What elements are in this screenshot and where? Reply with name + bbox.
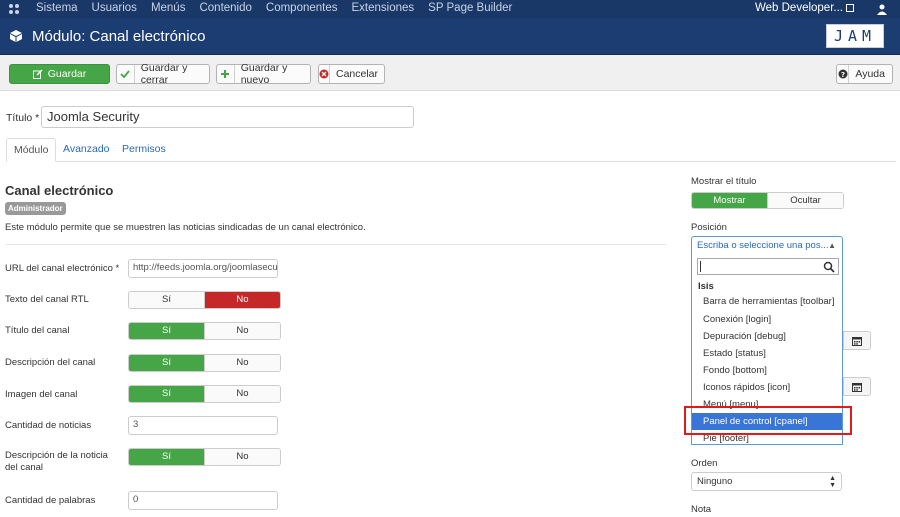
position-select[interactable]: Escriba o seleccione una pos... ▲ [691,236,843,255]
feed-desc-label: Descripción del canal [5,357,96,368]
module-description: Este módulo permite que se muestren las … [5,222,366,233]
module-cube-icon [10,30,22,42]
show-title-show[interactable]: Mostrar [692,193,767,208]
brand-logo: JAM [826,24,884,48]
dropdown-option-login[interactable]: Conexión [login] [692,311,842,328]
menu-componentes[interactable]: Componentes [266,2,338,14]
show-title-hide[interactable]: Ocultar [767,193,843,208]
save-new-button[interactable]: Guardar y nuevo [216,62,311,86]
feed-title-no[interactable]: No [204,323,280,339]
feed-url-label: URL del canal electrónico * [5,263,120,274]
menu-usuarios[interactable]: Usuarios [92,2,137,14]
title-input[interactable]: Joomla Security [41,106,414,128]
dropdown-group-label: Isis [698,281,714,292]
menu-sistema[interactable]: Sistema [36,2,78,14]
publish-up-calendar-button[interactable] [843,331,871,350]
tab-bar: Módulo Avanzado Permisos [6,138,896,162]
title-label: Título * [6,112,40,124]
save-button[interactable]: Guardar [9,64,110,84]
news-desc-toggle[interactable]: Sí No [128,448,281,466]
rtl-yes[interactable]: Sí [129,292,204,308]
divider [5,244,667,245]
cancel-button[interactable]: Cancelar [318,64,385,84]
rtl-label: Texto del canal RTL [5,294,89,305]
help-button[interactable]: ? Ayuda [836,64,893,84]
chevron-up-icon: ▲ [828,241,836,250]
external-link-icon [846,4,854,12]
feed-desc-yes[interactable]: Sí [129,355,204,371]
news-desc-no[interactable]: No [204,449,280,465]
search-icon [823,261,835,273]
svg-text:?: ? [841,71,845,79]
dropdown-option-bottom[interactable]: Fondo [bottom] [692,362,842,379]
main-menu: Sistema Usuarios Menús Contenido Compone… [36,2,526,14]
order-value: Ninguno [697,476,733,487]
word-count-input[interactable]: 0 [128,491,278,510]
calendar-icon [852,382,862,392]
question-icon: ? [837,65,850,83]
page-title: Módulo: Canal electrónico [32,28,206,45]
position-placeholder: Escriba o seleccione una pos... [697,240,829,251]
joomla-logo-icon[interactable] [8,3,20,15]
feed-title-label: Título del canal [5,325,70,336]
tab-modulo[interactable]: Módulo [6,138,57,162]
feed-image-no[interactable]: No [204,386,280,402]
dropdown-option-status[interactable]: Estado [status] [692,345,842,362]
page-header: Módulo: Canal electrónico JAM [0,18,900,55]
word-count-label: Cantidad de palabras [5,495,96,506]
tab-permisos[interactable]: Permisos [115,138,173,162]
client-badge: Administrador [5,202,66,215]
show-title-toggle[interactable]: Mostrar Ocultar [691,192,844,209]
text-caret [700,261,701,272]
plus-icon [217,65,235,83]
menu-extensiones[interactable]: Extensiones [352,2,415,14]
news-desc-label: Descripción de la noticia del canal [5,450,108,473]
tab-avanzado[interactable]: Avanzado [56,138,117,162]
edit-icon [32,65,43,83]
feed-title-yes[interactable]: Sí [129,323,204,339]
position-search-input[interactable] [697,258,839,275]
section-title: Canal electrónico [5,183,114,198]
feed-desc-no[interactable]: No [204,355,280,371]
menu-contenido[interactable]: Contenido [199,2,251,14]
dropdown-option-icon[interactable]: Iconos rápidos [icon] [692,379,842,396]
menu-sp-page-builder[interactable]: SP Page Builder [428,2,512,14]
updown-icon: ▲ ▼ [829,475,836,489]
show-title-label: Mostrar el título [691,176,757,187]
publish-down-calendar-button[interactable] [843,377,871,396]
feed-image-label: Imagen del canal [5,389,78,400]
order-select[interactable]: Ninguno ▲ ▼ [691,472,842,491]
calendar-icon [852,336,862,346]
news-count-input[interactable]: 3 [128,416,278,435]
feed-url-input[interactable]: http://feeds.joomla.org/joomlasecurity [128,259,278,278]
rtl-toggle[interactable]: Sí No [128,291,281,309]
site-link[interactable]: Web Developer... [755,2,854,14]
check-icon [117,65,135,83]
user-icon[interactable] [876,3,888,15]
site-name: Web Developer... [754,2,843,14]
dropdown-option-debug[interactable]: Depuración [debug] [692,328,842,345]
order-label: Orden [691,458,718,469]
note-label: Nota [691,504,712,515]
cancel-circle-icon [319,65,330,83]
top-navbar: Sistema Usuarios Menús Contenido Compone… [0,0,900,18]
action-toolbar: Guardar Guardar y cerrar Guardar y nuevo… [0,55,900,91]
feed-desc-toggle[interactable]: Sí No [128,354,281,372]
feed-image-yes[interactable]: Sí [129,386,204,402]
news-count-label: Cantidad de noticias [5,420,92,431]
rtl-no[interactable]: No [204,292,280,308]
position-label: Posición [691,222,727,233]
dropdown-option-toolbar[interactable]: Barra de herramientas [toolbar] [692,293,842,310]
menu-menus[interactable]: Menús [151,2,186,14]
feed-image-toggle[interactable]: Sí No [128,385,281,403]
feed-title-toggle[interactable]: Sí No [128,322,281,340]
save-close-button[interactable]: Guardar y cerrar [116,62,210,86]
highlight-annotation [684,406,852,435]
news-desc-yes[interactable]: Sí [129,449,204,465]
